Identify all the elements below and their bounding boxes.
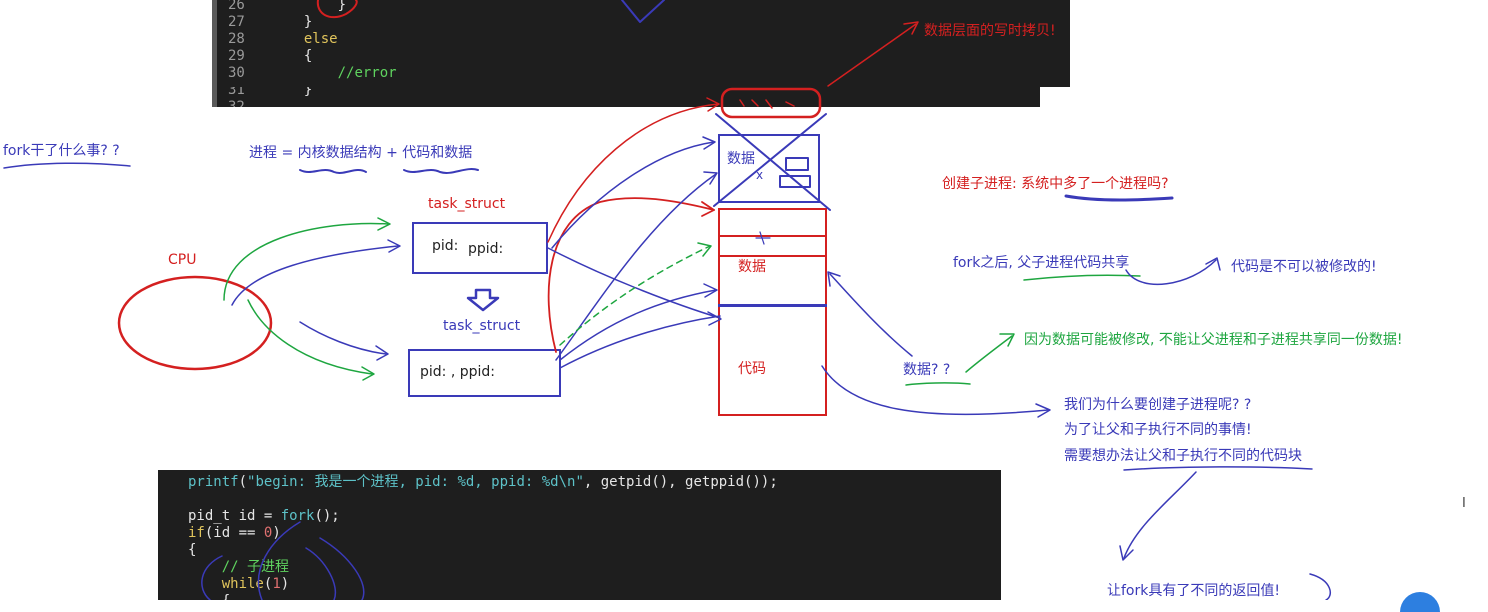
blue-scribble-code-1: [257, 521, 301, 600]
down-arrow-icon: [466, 288, 500, 312]
blue-arrow-parent-code-head: [707, 311, 722, 326]
underline-fork-question: [3, 162, 131, 169]
cpu-circle: [117, 275, 273, 371]
red-arrow-parent-cow: [547, 103, 719, 243]
blue-ink-v-top: [621, 0, 665, 23]
blue-arrow-fork-immutable: [1125, 259, 1217, 285]
blue-arrow-why-return: [1123, 471, 1197, 559]
blue-arrow-parent-code: [547, 247, 721, 319]
green-dashed-arrow-child-data-head: [697, 242, 712, 257]
underline-why: [1123, 466, 1313, 471]
underline-after-fork: [1023, 274, 1141, 281]
red-cow-box: [720, 87, 822, 119]
blue-arrow-child-olddata: [555, 173, 717, 361]
slot-mark: [755, 231, 771, 245]
red-arrow-child-newdata: [547, 197, 715, 353]
blue-arrow-fork-immutable-head: [1205, 257, 1221, 271]
underline-kernel-ds: [299, 169, 367, 174]
ink-annotations: [3, 0, 1332, 600]
cross-line-1: [715, 113, 831, 211]
red-arrow-cow-note: [827, 23, 917, 87]
blue-scribble-code-3: [201, 555, 223, 600]
blue-arrow-code-why: [821, 365, 1049, 416]
inner-rect-1: [785, 157, 809, 171]
blue-bracket-return: [1309, 573, 1332, 600]
blue-arrow-child-newdata: [559, 289, 717, 361]
underline-create-child: [1064, 194, 1174, 202]
red-ink-circle-top: [316, 0, 358, 19]
blue-scribble-code-4: [305, 547, 337, 600]
green-arrow-data-reason: [965, 335, 1013, 373]
red-cow-scribble: [739, 99, 795, 109]
underline-code-data: [403, 168, 479, 174]
blue-arrow-cpu-child: [299, 321, 387, 355]
underline-data-question: [905, 382, 971, 386]
blue-arrow-data-question: [829, 273, 913, 357]
